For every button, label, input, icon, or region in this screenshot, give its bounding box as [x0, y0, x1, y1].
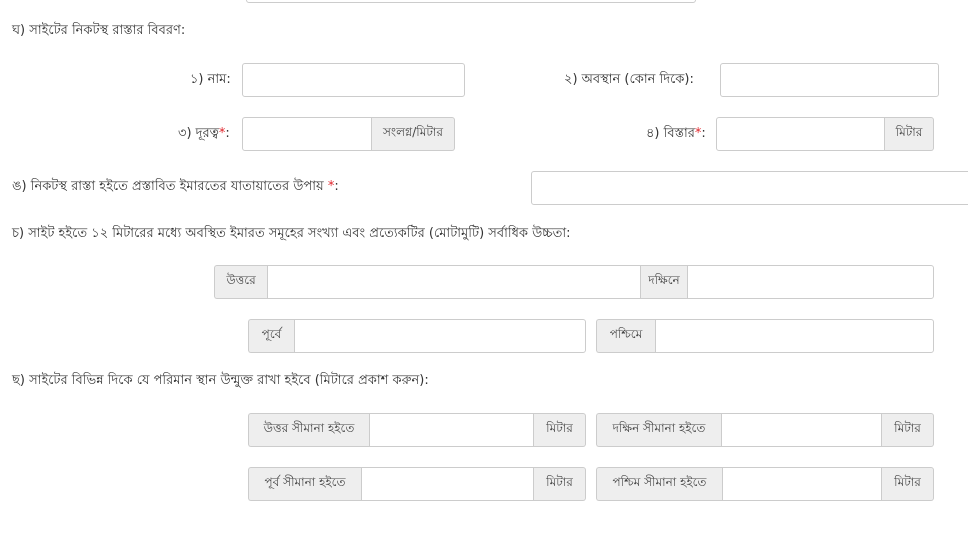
south-addon: দক্ষিনে [641, 265, 687, 299]
north-border-unit: মিটার [534, 413, 586, 447]
nearby-road-section-title: ঘ) সাইটের নিকটস্থ রাস্তার বিবরণ: [12, 23, 186, 38]
east-border-input[interactable] [361, 467, 534, 501]
road-width-unit-addon: মিটার [885, 117, 934, 151]
south-border-input[interactable] [721, 413, 882, 447]
south-buildings-input[interactable] [687, 265, 934, 299]
colon: : [334, 179, 339, 194]
colon: : [701, 126, 706, 141]
road-name-input[interactable] [242, 63, 465, 97]
road-distance-unit-addon: সংলগ্ন/মিটার [372, 117, 455, 151]
road-location-label: ২) অবস্থান (কোন দিকে): [564, 72, 694, 87]
south-border-addon: দক্ষিন সীমানা হইতে [596, 413, 721, 447]
west-border-input[interactable] [722, 467, 882, 501]
south-border-unit: মিটার [882, 413, 934, 447]
road-width-label: ৪) বিস্তার*: [646, 125, 706, 143]
road-width-label-text: ৪) বিস্তার [646, 126, 695, 141]
road-distance-label: ৩) দূরত্ব*: [178, 125, 230, 143]
north-buildings-input[interactable] [267, 265, 641, 299]
road-location-input[interactable] [720, 63, 939, 97]
west-buildings-input[interactable] [655, 319, 934, 353]
road-distance-input[interactable] [242, 117, 372, 151]
previous-field-input[interactable] [246, 0, 696, 3]
open-space-section-title: ছ) সাইটের বিভিন্ন দিকে যে পরিমান স্থান উ… [12, 373, 429, 388]
access-route-label: ঙ) নিকটস্থ রাস্তা হইতে প্রস্তাবিত ইমারতে… [12, 178, 339, 196]
road-distance-label-text: ৩) দূরত্ব [178, 126, 219, 141]
colon: : [225, 126, 230, 141]
north-border-input[interactable] [369, 413, 534, 447]
access-route-input[interactable] [531, 171, 968, 205]
east-addon: পূর্বে [248, 319, 294, 353]
nearby-buildings-section-title: চ) সাইট হইতে ১২ মিটারের মধ্যে অবস্থিত ইম… [12, 226, 571, 241]
east-border-addon: পূর্ব সীমানা হইতে [248, 467, 361, 501]
north-addon: উত্তরে [214, 265, 267, 299]
west-border-unit: মিটার [882, 467, 934, 501]
north-border-addon: উত্তর সীমানা হইতে [248, 413, 369, 447]
west-border-addon: পশ্চিম সীমানা হইতে [596, 467, 722, 501]
road-name-label: ১) নাম: [190, 72, 231, 87]
east-border-unit: মিটার [534, 467, 586, 501]
access-route-label-text: ঙ) নিকটস্থ রাস্তা হইতে প্রস্তাবিত ইমারতে… [12, 179, 324, 194]
west-addon: পশ্চিমে [596, 319, 655, 353]
east-buildings-input[interactable] [294, 319, 586, 353]
road-width-input[interactable] [716, 117, 885, 151]
